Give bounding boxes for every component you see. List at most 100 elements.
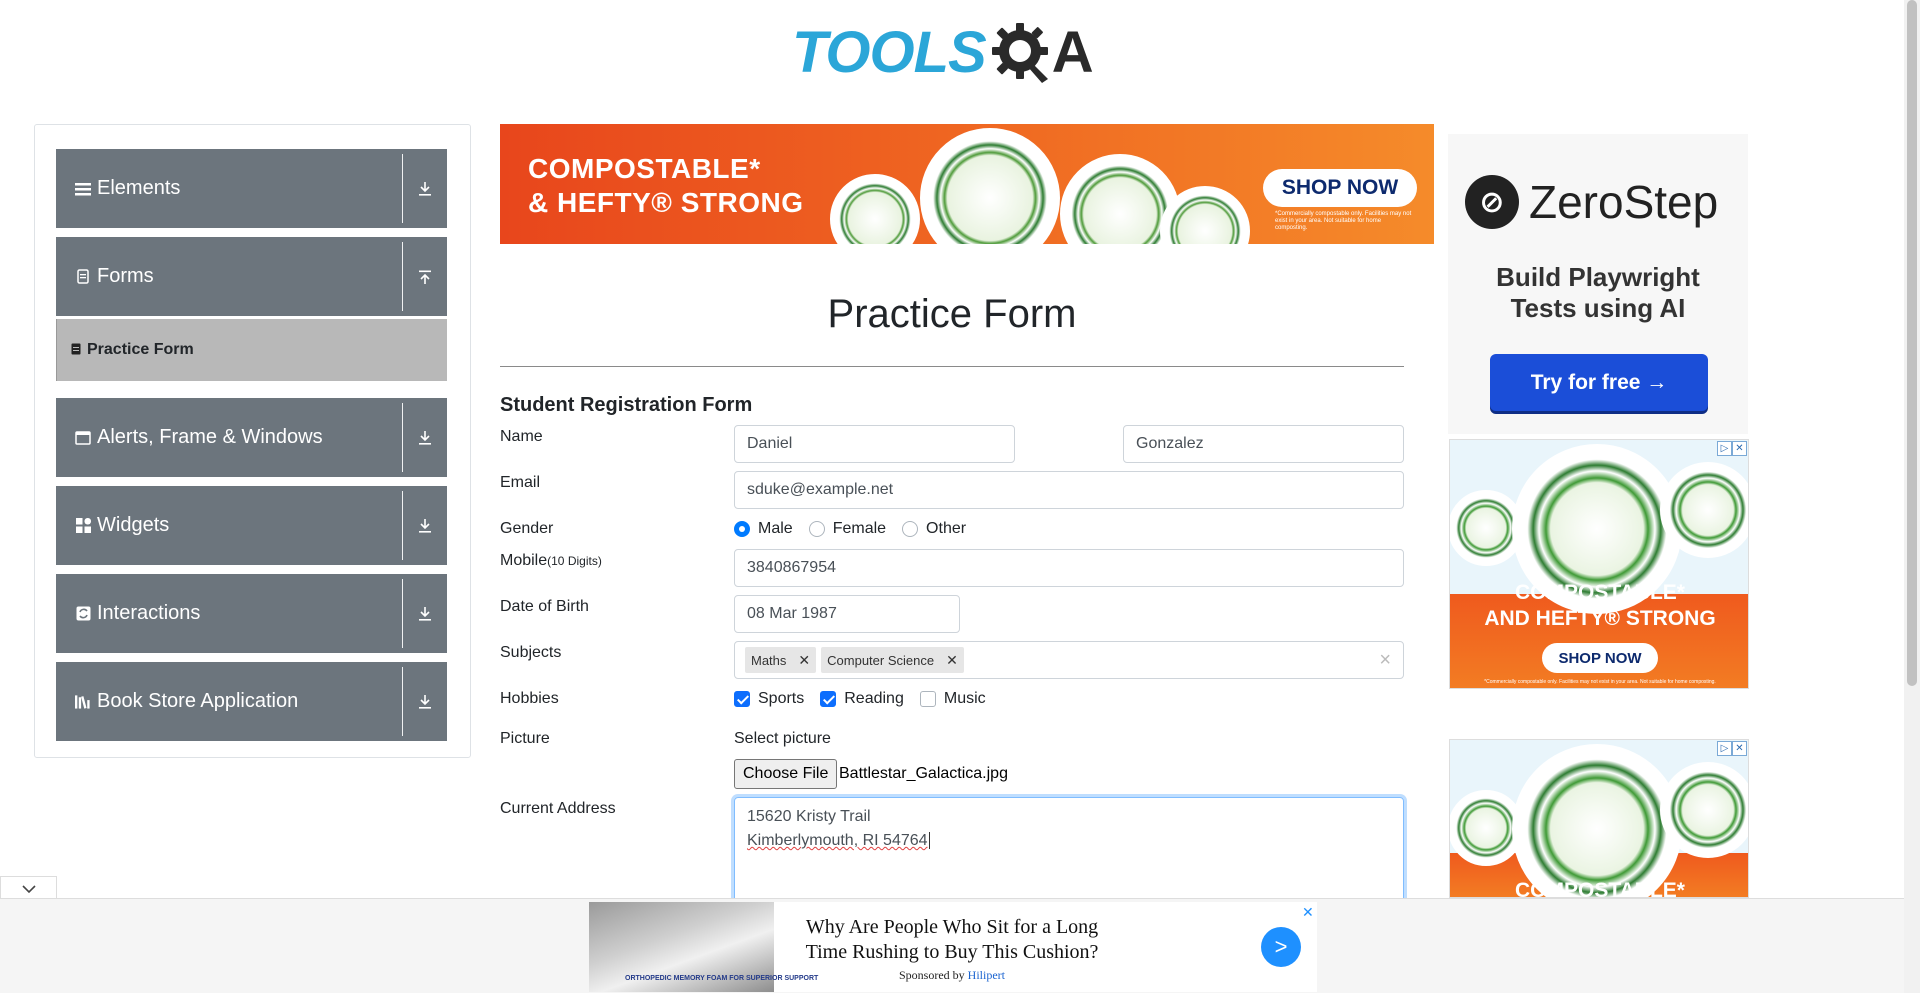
sidebar-group-label: Elements xyxy=(97,177,181,199)
zerostep-tagline: Build Playwright Tests using AI xyxy=(1448,262,1748,324)
zerostep-ad[interactable]: ⊘ ZeroStep Build Playwright Tests using … xyxy=(1448,134,1748,434)
sidebar-group-alerts[interactable]: Alerts, Frame & Windows xyxy=(56,398,447,477)
checkbox-label: Music xyxy=(943,690,986,707)
bottom-ad[interactable]: ORTHOPEDIC MEMORY FOAM FOR SUPERIOR SUPP… xyxy=(589,902,1317,992)
hobby-music-option[interactable]: Music xyxy=(919,690,986,708)
tagline-line: Tests using AI xyxy=(1510,293,1686,323)
sidebar-group-elements[interactable]: Elements xyxy=(56,149,447,228)
sidebar-group-widgets[interactable]: Widgets xyxy=(56,486,447,565)
side-ad-line: COMPOSTABLE* xyxy=(1515,879,1685,898)
side-ad-hefty[interactable]: COMPOSTABLE* AND HEFTY® STRONG SHOP NOW … xyxy=(1449,439,1749,689)
checkbox[interactable] xyxy=(919,691,936,707)
checkbox-label: Reading xyxy=(844,690,904,707)
divider xyxy=(500,366,1404,367)
go-arrow-button[interactable]: > xyxy=(1261,927,1301,967)
expand-icon[interactable] xyxy=(403,181,447,197)
date-of-birth-input[interactable]: 08 Mar 1987 xyxy=(734,595,960,633)
close-icon[interactable]: ✕ xyxy=(1302,904,1314,921)
toolsqa-logo[interactable]: TOOLS A xyxy=(792,14,1117,90)
selected-file-name: Battlestar_Galactica.jpg xyxy=(839,765,1008,782)
gender-label: Gender xyxy=(500,520,554,537)
radio-button[interactable] xyxy=(808,521,825,537)
plate-image xyxy=(920,128,1060,244)
banner-ad[interactable]: COMPOSTABLE* & HEFTY® STRONG SHOP NOW *C… xyxy=(500,124,1434,244)
remove-tag-icon[interactable]: ✕ xyxy=(792,652,816,669)
radio-button[interactable] xyxy=(734,521,750,537)
expand-icon[interactable] xyxy=(403,694,447,710)
shop-now-button[interactable]: SHOP NOW xyxy=(1263,169,1417,207)
checkbox[interactable] xyxy=(734,691,750,707)
first-name-input[interactable]: Daniel xyxy=(734,425,1015,463)
expand-icon[interactable] xyxy=(403,430,447,446)
subject-tag-label: Maths xyxy=(751,652,787,668)
side-ad-text: COMPOSTABLE* AND HEFTY® STRONG xyxy=(1450,580,1748,632)
gender-female-option[interactable]: Female xyxy=(808,520,887,538)
sponsor-name[interactable]: Hilipert xyxy=(968,968,1005,982)
mobile-label-text: Mobile xyxy=(500,552,548,569)
subjects-label: Subjects xyxy=(500,644,562,661)
collapse-icon[interactable] xyxy=(403,269,447,285)
subjects-input[interactable]: Maths ✕ Computer Science ✕ × xyxy=(734,641,1404,679)
divider xyxy=(402,579,403,648)
ad-choices[interactable]: ▷ ✕ xyxy=(1717,441,1747,456)
header: TOOLS A xyxy=(0,0,1904,100)
hobby-sports-option[interactable]: Sports xyxy=(734,690,804,708)
try-for-free-button[interactable]: Try for free → xyxy=(1490,354,1708,411)
banner-ad-line1: COMPOSTABLE* xyxy=(528,153,761,184)
current-address-textarea[interactable]: 15620 Kristy Trail Kimberlymouth, RI 547… xyxy=(734,797,1404,903)
divider xyxy=(402,242,403,311)
scrollbar-thumb[interactable] xyxy=(1907,0,1917,686)
email-label: Email xyxy=(500,474,541,491)
plate-image xyxy=(1660,762,1748,858)
address-line: 15620 Kristy Trail xyxy=(747,808,871,825)
tagline-line: Build Playwright xyxy=(1496,262,1700,292)
choose-file-button[interactable]: Choose File xyxy=(734,759,838,789)
expand-icon[interactable] xyxy=(403,606,447,622)
radio-label: Female xyxy=(832,520,887,537)
divider xyxy=(402,154,403,223)
gender-other-option[interactable]: Other xyxy=(902,520,966,538)
email-input[interactable]: sduke@example.net xyxy=(734,471,1404,509)
shop-now-button[interactable]: SHOP NOW xyxy=(1542,643,1658,673)
side-ad-hefty[interactable]: COMPOSTABLE* ▷ ✕ xyxy=(1449,739,1749,898)
sidebar-group-bookstore[interactable]: Book Store Application xyxy=(56,662,447,741)
close-icon[interactable]: ✕ xyxy=(1732,441,1747,456)
picture-label: Picture xyxy=(500,730,550,747)
clear-all-icon[interactable]: × xyxy=(1379,649,1391,672)
image-caption: ORTHOPEDIC MEMORY FOAM FOR SUPERIOR SUPP… xyxy=(625,975,819,982)
radio-label: Male xyxy=(758,520,793,537)
hobby-reading-option[interactable]: Reading xyxy=(820,690,904,708)
checkbox[interactable] xyxy=(820,691,837,707)
last-name-input[interactable]: Gonzalez xyxy=(1123,425,1404,463)
banner-ad-line2: & HEFTY® STRONG xyxy=(528,187,804,218)
ad-info-icon[interactable]: ▷ xyxy=(1717,441,1732,456)
mobile-input[interactable]: 3840867954 xyxy=(734,549,1404,587)
collapse-ad-button[interactable] xyxy=(0,876,57,900)
ad-choices[interactable]: ▷ ✕ xyxy=(1717,741,1747,756)
address-line: Kimberlymouth, RI 54764 xyxy=(747,832,928,849)
subject-tag: Maths ✕ xyxy=(745,647,817,673)
ad-info-icon[interactable]: ▷ xyxy=(1717,741,1732,756)
chevron-down-icon xyxy=(21,884,36,893)
radio-button[interactable] xyxy=(902,521,919,537)
page-title: Practice Form xyxy=(827,292,1077,336)
close-icon[interactable]: ✕ xyxy=(1732,741,1747,756)
plate-image xyxy=(1512,744,1682,897)
remove-tag-icon[interactable]: ✕ xyxy=(940,652,964,669)
sidebar-item-label: Practice Form xyxy=(87,341,194,358)
sponsored-by: Sponsored by Hilipert xyxy=(791,968,1113,983)
interactions-icon xyxy=(75,606,91,622)
select-picture-label: Select picture xyxy=(734,730,831,747)
sidebar-item-practice-form[interactable]: Practice Form xyxy=(56,319,447,381)
side-ad-line: COMPOSTABLE* xyxy=(1515,581,1685,604)
expand-icon[interactable] xyxy=(403,518,447,534)
gender-male-option[interactable]: Male xyxy=(734,520,793,538)
checkbox-label: Sports xyxy=(758,690,805,707)
ad-headline[interactable]: Why Are People Who Sit for a Long Time R… xyxy=(791,915,1113,965)
gear-q-icon xyxy=(991,23,1048,83)
sidebar-group-interactions[interactable]: Interactions xyxy=(56,574,447,653)
sidebar-group-label: Book Store Application xyxy=(97,690,299,712)
sidebar-group-forms[interactable]: Forms xyxy=(56,237,447,316)
current-address-label: Current Address xyxy=(500,800,616,817)
sidebar: Elements Forms Practice Form Alerts, Fra… xyxy=(34,124,471,758)
